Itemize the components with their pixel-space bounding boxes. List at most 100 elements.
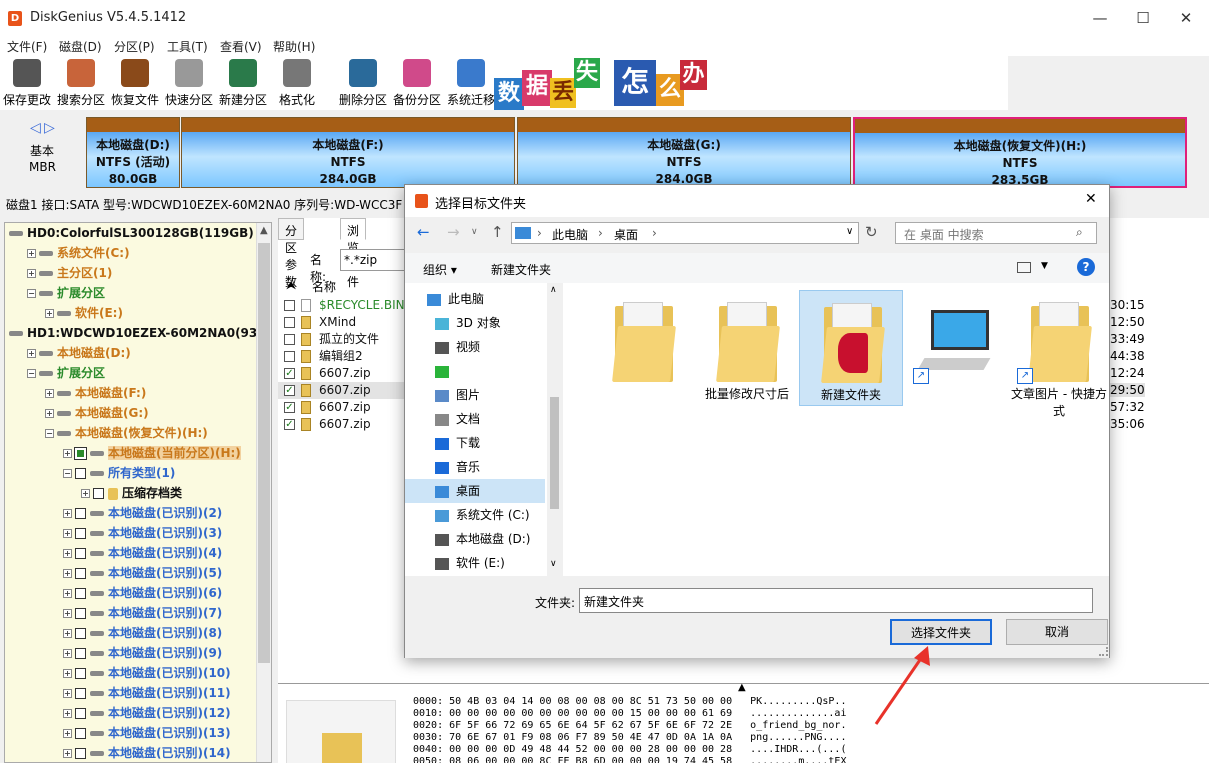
tree-item[interactable]: + 主分区(1) bbox=[5, 263, 112, 283]
tree-scroll-thumb[interactable] bbox=[258, 243, 270, 663]
close-button[interactable]: ✕ bbox=[1163, 4, 1209, 32]
expand-icon[interactable]: + bbox=[45, 309, 54, 318]
view-mode-icon[interactable] bbox=[1017, 262, 1031, 273]
tree-item[interactable]: + 本地磁盘(已识别)(7) bbox=[5, 603, 222, 623]
menu-help[interactable]: 帮助(H) bbox=[273, 38, 315, 55]
file-checkbox[interactable]: ✓ bbox=[284, 402, 295, 413]
tree-item[interactable]: + 本地磁盘(已识别)(14) bbox=[5, 743, 231, 762]
tree-checkbox[interactable] bbox=[75, 568, 86, 579]
expand-icon[interactable]: + bbox=[45, 409, 54, 418]
expand-icon[interactable]: + bbox=[63, 609, 72, 618]
nav-scroll-thumb[interactable] bbox=[550, 397, 559, 509]
tree-item[interactable]: + 本地磁盘(G:) bbox=[5, 403, 149, 423]
nav-item[interactable]: 音乐 bbox=[435, 455, 553, 479]
nav-item[interactable] bbox=[435, 359, 553, 383]
folder-item[interactable]: 新建文件夹 bbox=[799, 290, 903, 406]
expand-icon[interactable]: + bbox=[63, 729, 72, 738]
tree-checkbox[interactable] bbox=[75, 608, 86, 619]
file-checkbox[interactable]: ✓ bbox=[284, 385, 295, 396]
toolbar-button-2[interactable]: 恢复文件 bbox=[108, 56, 162, 110]
toolbar-button-8[interactable]: 系统迁移 bbox=[444, 56, 498, 110]
tree-item[interactable]: + 本地磁盘(已识别)(3) bbox=[5, 523, 222, 543]
tree-item[interactable]: + 软件(E:) bbox=[5, 303, 123, 323]
file-checkbox[interactable] bbox=[284, 351, 295, 362]
tree-item[interactable]: + 本地磁盘(D:) bbox=[5, 343, 131, 363]
toolbar-button-5[interactable]: 格式化 bbox=[270, 56, 324, 110]
menu-partition[interactable]: 分区(P) bbox=[114, 38, 155, 55]
file-header-name[interactable]: 名称 bbox=[312, 278, 336, 295]
expand-icon[interactable]: + bbox=[63, 669, 72, 678]
minimize-button[interactable]: — bbox=[1077, 4, 1123, 32]
toolbar-button-4[interactable]: 新建分区 bbox=[216, 56, 270, 110]
expand-icon[interactable]: − bbox=[27, 369, 36, 378]
tree-item[interactable]: + 本地磁盘(已识别)(4) bbox=[5, 543, 222, 563]
nav-item[interactable]: 桌面 bbox=[405, 479, 545, 503]
expand-icon[interactable]: + bbox=[27, 269, 36, 278]
tree-checkbox[interactable] bbox=[75, 648, 86, 659]
tree-item[interactable]: + 本地磁盘(F:) bbox=[5, 383, 146, 403]
folder-name-input[interactable]: 新建文件夹 bbox=[579, 588, 1093, 613]
expand-icon[interactable]: + bbox=[81, 489, 90, 498]
expand-icon[interactable]: + bbox=[63, 589, 72, 598]
cancel-button[interactable]: 取消 bbox=[1006, 619, 1108, 645]
toolbar-button-7[interactable]: 备份分区 bbox=[390, 56, 444, 110]
view-dropdown-icon[interactable]: ▼ bbox=[1041, 261, 1048, 271]
partition-block-g[interactable]: 本地磁盘(G:) NTFS 284.0GB bbox=[517, 117, 851, 188]
tree-item[interactable]: + 本地磁盘(已识别)(2) bbox=[5, 503, 222, 523]
tab-partition-params[interactable]: 分区参数 bbox=[278, 218, 305, 289]
tree-checkbox[interactable] bbox=[75, 668, 86, 679]
tree-scrollbar[interactable]: ▲ bbox=[256, 223, 271, 762]
search-input[interactable]: 在 桌面 中搜索 ⌕ bbox=[895, 222, 1097, 244]
nav-item[interactable]: 图片 bbox=[435, 383, 553, 407]
tree-checkbox[interactable] bbox=[75, 508, 86, 519]
tree-item[interactable]: + 本地磁盘(已识别)(10) bbox=[5, 663, 231, 683]
filter-input[interactable]: *.*zip bbox=[340, 249, 408, 271]
menu-file[interactable]: 文件(F) bbox=[7, 38, 47, 55]
menu-tools[interactable]: 工具(T) bbox=[167, 38, 208, 55]
split-handle-icon[interactable]: ▲ bbox=[738, 682, 746, 693]
expand-icon[interactable]: + bbox=[63, 509, 72, 518]
tree-checkbox[interactable] bbox=[75, 748, 86, 759]
tab-browse-files[interactable]: 浏览文件 bbox=[340, 218, 367, 289]
tree-item[interactable]: + 本地磁盘(已识别)(13) bbox=[5, 723, 231, 743]
tree-item[interactable]: + 本地磁盘(已识别)(6) bbox=[5, 583, 222, 603]
folder-item[interactable]: ↗ 文章图片 - 快捷方式 bbox=[1007, 290, 1111, 418]
tree-item[interactable]: + 本地磁盘(当前分区)(H:) bbox=[5, 443, 241, 463]
expand-icon[interactable]: + bbox=[63, 749, 72, 758]
new-folder-button[interactable]: 新建文件夹 bbox=[491, 261, 551, 278]
expand-icon[interactable]: + bbox=[27, 249, 36, 258]
expand-icon[interactable]: + bbox=[63, 709, 72, 718]
expand-icon[interactable]: − bbox=[27, 289, 36, 298]
disk-prev-icon[interactable]: ◁ bbox=[30, 120, 41, 136]
expand-icon[interactable]: + bbox=[63, 689, 72, 698]
folder-item[interactable] bbox=[591, 290, 695, 406]
address-dropdown-icon[interactable]: ∨ bbox=[846, 226, 853, 237]
expand-icon[interactable]: − bbox=[63, 469, 72, 478]
tree-item[interactable]: HD0:ColorfulSL300128GB(119GB) bbox=[5, 223, 254, 243]
help-icon[interactable]: ? bbox=[1077, 258, 1095, 276]
file-checkbox[interactable]: ✓ bbox=[284, 419, 295, 430]
breadcrumb-desktop[interactable]: 桌面 bbox=[614, 226, 638, 243]
tree-item[interactable]: + 本地磁盘(已识别)(5) bbox=[5, 563, 222, 583]
tree-checkbox[interactable] bbox=[74, 447, 87, 460]
tree-checkbox[interactable] bbox=[75, 588, 86, 599]
menu-disk[interactable]: 磁盘(D) bbox=[59, 38, 102, 55]
tree-checkbox[interactable] bbox=[75, 688, 86, 699]
tree-checkbox[interactable] bbox=[75, 708, 86, 719]
expand-icon[interactable]: + bbox=[63, 549, 72, 558]
toolbar-button-6[interactable]: 删除分区 bbox=[336, 56, 390, 110]
promo-banner[interactable]: 数 据 丢 失 怎 么 办 bbox=[494, 56, 707, 110]
tree-checkbox[interactable] bbox=[75, 528, 86, 539]
nav-item[interactable]: 软件 (E:) bbox=[435, 551, 553, 575]
expand-icon[interactable]: + bbox=[45, 389, 54, 398]
tree-checkbox[interactable] bbox=[75, 548, 86, 559]
expand-icon[interactable]: + bbox=[63, 649, 72, 658]
tree-item[interactable]: + 本地磁盘(已识别)(11) bbox=[5, 683, 231, 703]
tree-item[interactable]: − 扩展分区 bbox=[5, 363, 105, 383]
partition-block-f[interactable]: 本地磁盘(F:) NTFS 284.0GB bbox=[181, 117, 515, 188]
breadcrumb-this-pc[interactable]: 此电脑 bbox=[552, 226, 588, 243]
toolbar-button-3[interactable]: 快速分区 bbox=[162, 56, 216, 110]
menu-view[interactable]: 查看(V) bbox=[220, 38, 262, 55]
tree-item[interactable]: + 本地磁盘(已识别)(8) bbox=[5, 623, 222, 643]
file-checkbox[interactable]: ✓ bbox=[284, 368, 295, 379]
